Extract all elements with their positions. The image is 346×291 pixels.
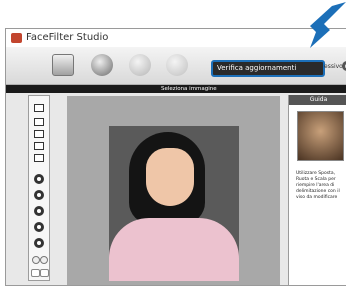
scale-tool-icon[interactable] [34,238,44,248]
rotate-tool-icon[interactable] [34,222,44,232]
zoom-in-icon[interactable] [34,174,44,184]
portrait-photo [109,126,239,281]
callout-arrow-icon [310,2,346,48]
face-select-icon[interactable] [91,54,113,76]
status-text: Seleziona immagine [161,86,217,92]
clear-icon[interactable] [40,256,48,264]
title-bar: FaceFilter Studio [6,29,346,47]
image-canvas[interactable] [67,96,280,285]
export-tool-icon[interactable] [34,142,44,150]
next-button-label[interactable]: essivo [324,63,343,70]
photo-face [146,148,194,206]
guide-header: Guida [289,95,346,105]
crop-tool-icon[interactable] [34,118,44,126]
app-window: FaceFilter Studio Verifica aggiornamenti… [5,28,346,286]
check-updates-button[interactable]: Verifica aggiornamenti [211,60,325,77]
guide-text: Utilizzare Sposta, Ruota e Scala per rie… [296,171,340,200]
next-arrow-icon[interactable]: ▸ [342,61,346,71]
print-tool-icon[interactable] [34,104,44,112]
zoom-out-icon[interactable] [34,190,44,200]
grid-toggle-icon[interactable] [32,256,40,264]
status-bar: Seleziona immagine [6,85,346,93]
photo-shirt [109,218,239,281]
move-tool-icon[interactable] [34,206,44,216]
edit-tool-icon[interactable] [34,154,44,162]
guide-example-image [297,111,344,161]
tool-sidebar [28,95,50,281]
copy-tool-icon[interactable] [34,130,44,138]
toolbar: Verifica aggiornamenti essivo ▸ [6,47,346,85]
face-compare-icon[interactable] [166,54,188,76]
guide-panel: Guida Utilizzare Sposta, Ruota e Scala p… [288,95,346,285]
redo-icon[interactable] [40,269,49,277]
app-logo-icon [11,33,22,43]
app-title: FaceFilter Studio [26,32,109,43]
face-filter-icon[interactable] [129,54,151,76]
open-document-icon[interactable] [52,54,74,76]
undo-icon[interactable] [31,269,40,277]
